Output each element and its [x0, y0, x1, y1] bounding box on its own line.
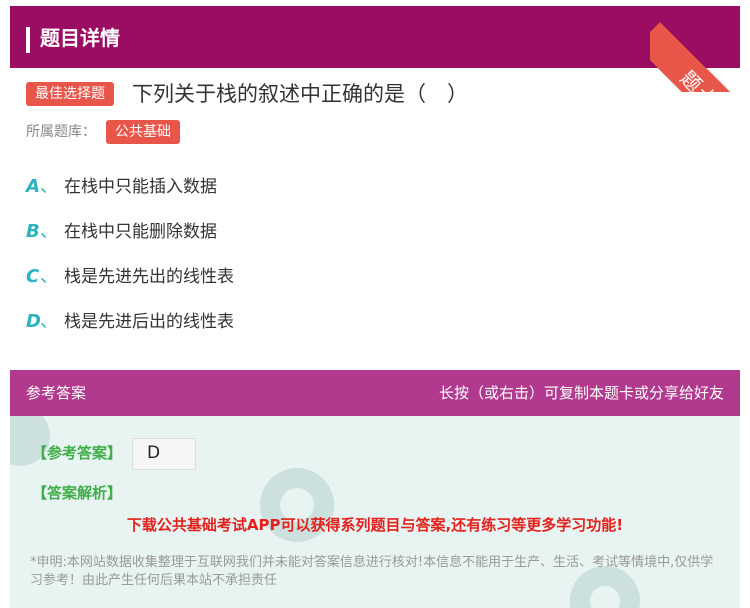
ribbon-band: 题卡: [650, 22, 750, 92]
answer-panel: 【参考答案】 D 【答案解析】 下载公共基础考试APP可以获得系列题目与答案,还…: [10, 416, 740, 608]
analysis-label: 【答案解析】: [32, 484, 123, 502]
header-bar: 题目详情: [10, 6, 740, 68]
answer-section-title: 参考答案: [26, 384, 87, 402]
ribbon-label: 题卡: [675, 65, 724, 92]
disclaimer-text: *申明:本网站数据收集整理于互联网我们并未能对答案信息进行核对!本信息不能用于生…: [30, 555, 714, 588]
corner-ribbon: 题卡: [650, 0, 750, 92]
option-letter: B: [26, 221, 40, 242]
option-separator: 、: [40, 311, 58, 332]
question-type-badge: 最佳选择题: [26, 82, 114, 106]
app-download-promo[interactable]: 下载公共基础考试APP可以获得系列题目与答案,还有练习等更多学习功能!: [10, 514, 740, 536]
bank-label: 所属题库：: [26, 124, 96, 140]
share-hint: 长按（或右击）可复制本题卡或分享给好友: [438, 384, 724, 402]
bank-name-badge[interactable]: 公共基础: [106, 120, 180, 144]
option-text: 栈是先进后出的线性表: [64, 312, 234, 332]
reference-answer-label: 【参考答案】: [32, 444, 123, 462]
reference-answer-value: D: [147, 443, 161, 463]
option-letter: A: [26, 176, 40, 197]
answer-header: 参考答案 长按（或右击）可复制本题卡或分享给好友: [10, 370, 740, 416]
header-accent-bar: [26, 27, 30, 53]
option-letter: D: [26, 311, 41, 332]
option-separator: 、: [40, 176, 58, 197]
option-separator: 、: [40, 266, 58, 287]
option-separator: 、: [40, 221, 58, 242]
question-text: 下列关于栈的叙述中正确的是（ ）: [132, 82, 468, 106]
page-title: 题目详情: [40, 26, 120, 50]
option-text: 在栈中只能插入数据: [64, 177, 217, 197]
reference-answer-image: D: [132, 438, 196, 470]
option-letter: C: [26, 266, 40, 287]
option-text: 在栈中只能删除数据: [64, 222, 217, 242]
option-text: 栈是先进先出的线性表: [64, 267, 234, 287]
